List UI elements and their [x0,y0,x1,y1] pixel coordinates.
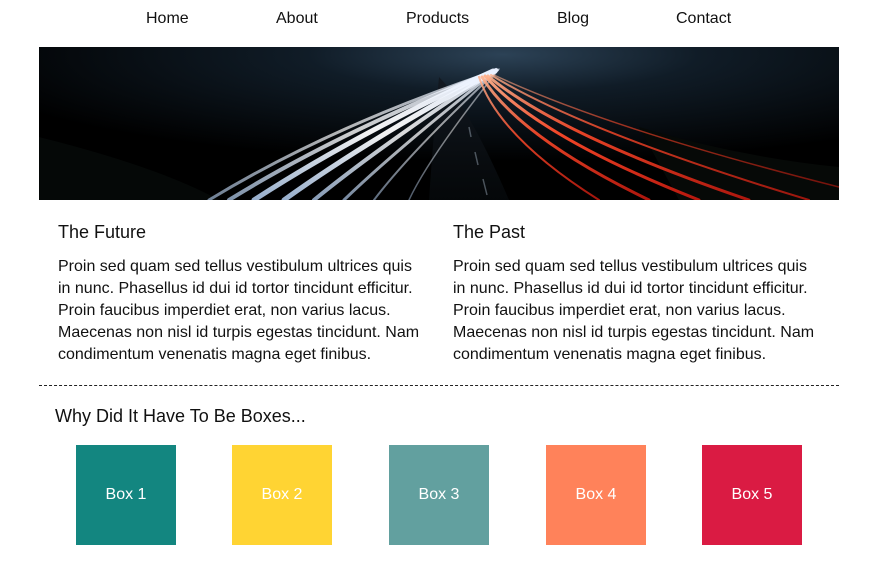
column-title-future: The Future [58,222,147,242]
box-1: Box 1 [76,445,176,545]
box-4: Box 4 [546,445,646,545]
highway-light-trails-image [39,47,839,200]
box-label: Box 4 [575,486,617,503]
box-label: Box 2 [261,486,303,503]
nav-link-blog[interactable]: Blog [557,10,589,28]
nav-link-contact[interactable]: Contact [676,10,731,28]
box-2: Box 2 [232,445,332,545]
top-nav: Home About Products Blog Contact [0,0,880,40]
hero-image [39,47,839,200]
box-3: Box 3 [389,445,489,545]
box-label: Box 5 [731,486,773,503]
nav-link-home[interactable]: Home [146,10,189,28]
box-5: Box 5 [702,445,802,545]
column-body-past: Proin sed quam sed tellus vestibulum ult… [453,258,815,363]
nav-link-about[interactable]: About [276,10,318,28]
dashed-divider [39,385,839,386]
column-title-past: The Past [453,222,526,242]
nav-link-products[interactable]: Products [406,10,469,28]
column-body-future: Proin sed quam sed tellus vestibulum ult… [58,258,420,363]
box-label: Box 1 [105,486,147,503]
box-label: Box 3 [418,486,460,503]
section-title: Why Did It Have To Be Boxes... [55,406,306,426]
